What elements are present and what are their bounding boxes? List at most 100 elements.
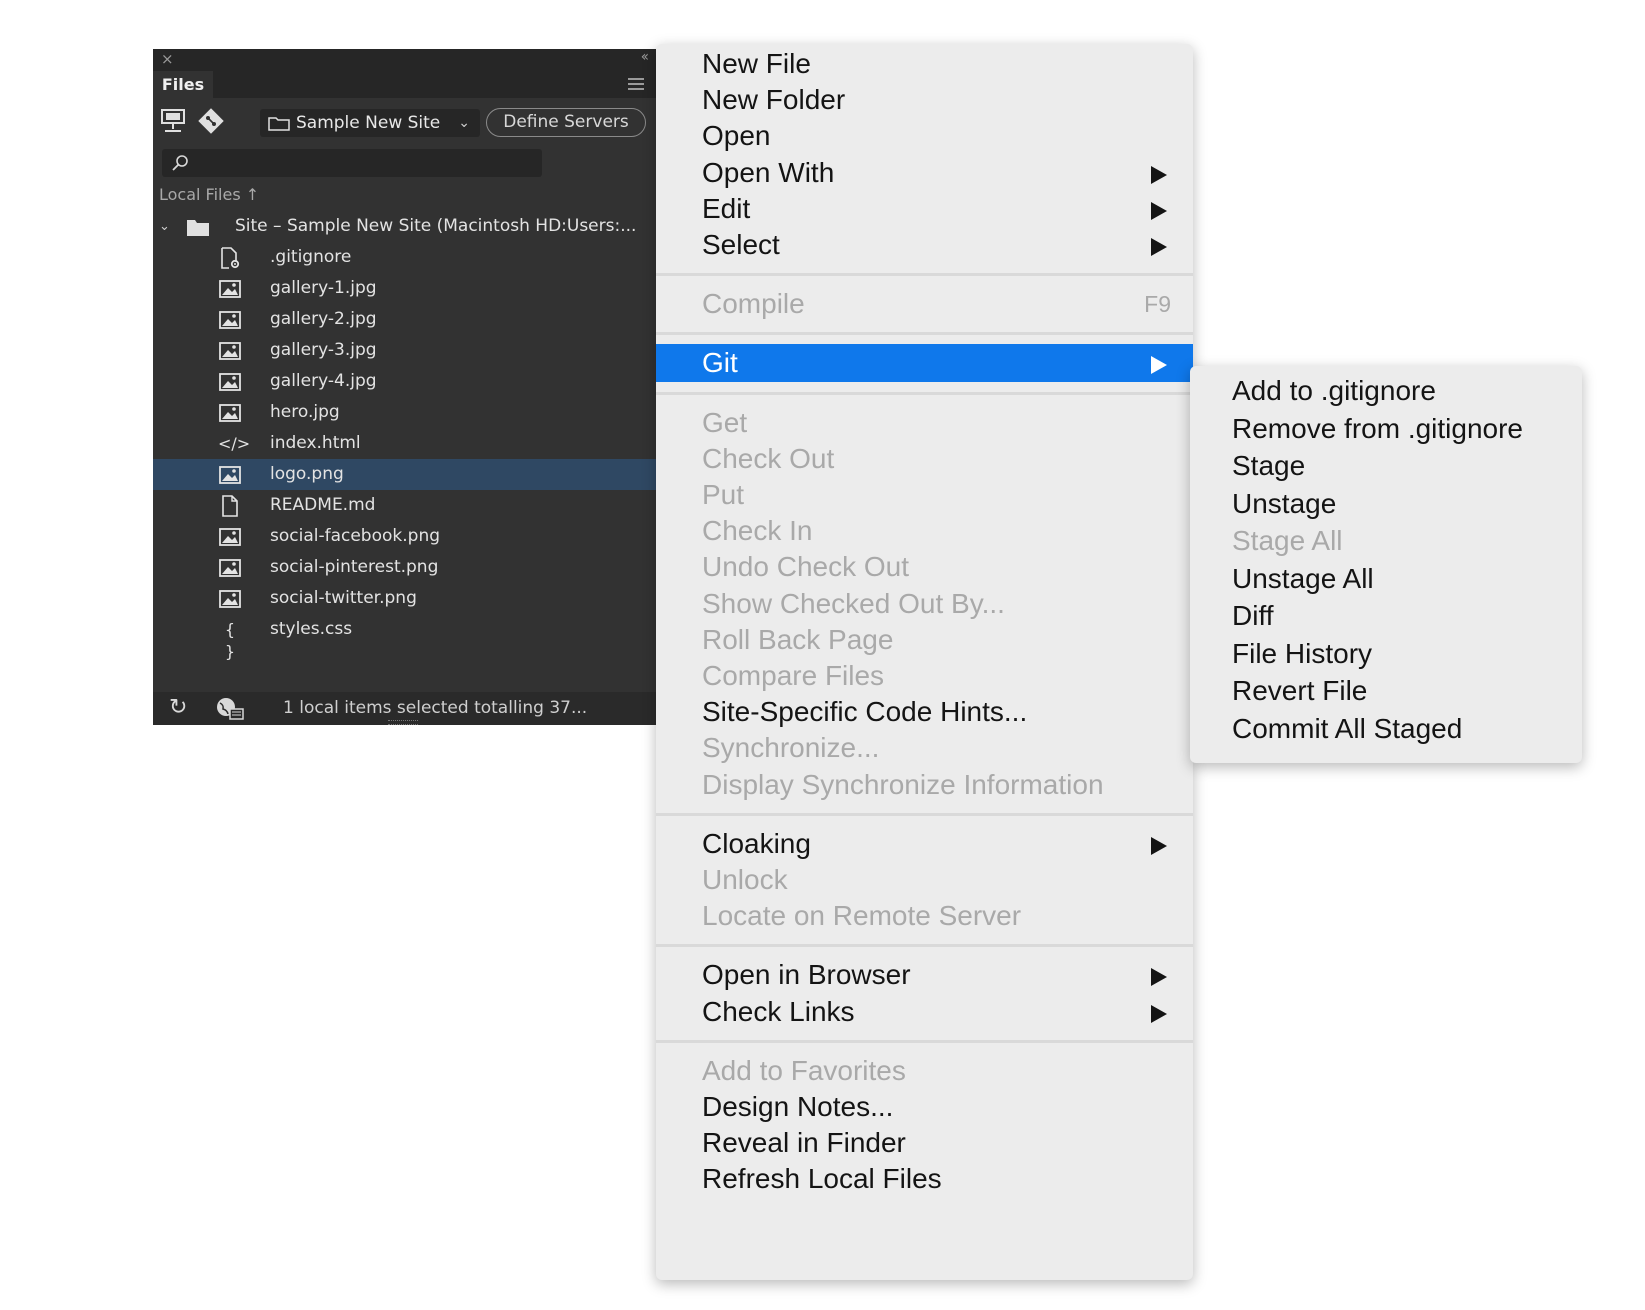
menu-item-refresh-local-files[interactable]: Refresh Local Files	[656, 1160, 1193, 1198]
menu-item-open-with[interactable]: Open With	[656, 154, 1193, 192]
menu-item-label: Synchronize...	[702, 732, 880, 764]
menu-item-display-synchronize-information[interactable]: Display Synchronize Information	[656, 766, 1193, 804]
menu-item-check-in[interactable]: Check In	[656, 512, 1193, 550]
image-icon	[218, 340, 242, 362]
menu-item-get[interactable]: Get	[656, 404, 1193, 442]
menu-item-compile[interactable]: Compile F9	[656, 285, 1193, 323]
git-item-revert-file[interactable]: Revert File	[1190, 672, 1582, 710]
search-input[interactable]	[162, 149, 542, 177]
menu-item-label: Check In	[702, 515, 813, 547]
image-icon	[218, 309, 242, 331]
menu-item-open-in-browser[interactable]: Open in Browser	[656, 956, 1193, 994]
menu-item-label: Display Synchronize Information	[702, 768, 1104, 800]
file-row-gitignore[interactable]: .gitignore	[153, 242, 656, 273]
menu-item-label: Open in Browser	[702, 959, 911, 991]
menu-item-add-to-favorites[interactable]: Add to Favorites	[656, 1052, 1193, 1090]
menu-item-label: Show Checked Out By...	[702, 587, 1005, 619]
menu-item-open[interactable]: Open	[656, 117, 1193, 155]
menu-item-undo-check-out[interactable]: Undo Check Out	[656, 548, 1193, 586]
local-files-header[interactable]: Local Files ↑	[159, 183, 259, 207]
globe-notes-icon[interactable]	[215, 696, 245, 722]
panel-tabbar: Files	[153, 71, 656, 98]
submenu-arrow-icon	[1151, 1004, 1167, 1023]
menu-item-label: Check Out	[702, 442, 835, 474]
git-item-remove-from-gitignore[interactable]: Remove from .gitignore	[1190, 410, 1582, 448]
menu-item-label: New Folder	[702, 84, 846, 116]
connect-server-icon[interactable]	[159, 107, 187, 135]
refresh-icon[interactable]: ↻	[169, 697, 187, 719]
git-item-unstage-all[interactable]: Unstage All	[1190, 560, 1582, 598]
git-item-file-history[interactable]: File History	[1190, 635, 1582, 673]
menu-item-label: Design Notes...	[702, 1091, 894, 1122]
git-item-unstage[interactable]: Unstage	[1190, 485, 1582, 523]
menu-item-put[interactable]: Put	[656, 476, 1193, 514]
git-item-label: Remove from .gitignore	[1232, 412, 1524, 444]
file-row-gallery-4-jpg[interactable]: gallery-4.jpg	[153, 366, 656, 397]
file-name: README.md	[270, 495, 376, 515]
menu-item-label: Check Links	[702, 995, 855, 1027]
git-item-label: Add to .gitignore	[1232, 375, 1436, 406]
chevron-down-icon[interactable]: ⌄	[159, 211, 170, 242]
define-servers-button[interactable]: Define Servers	[486, 108, 646, 137]
git-item-stage[interactable]: Stage	[1190, 447, 1582, 485]
menu-item-check-out[interactable]: Check Out	[656, 440, 1193, 478]
menu-item-cloaking[interactable]: Cloaking	[656, 825, 1193, 863]
file-row-readme-md[interactable]: README.md	[153, 490, 656, 521]
panel-menu-icon[interactable]	[628, 78, 644, 93]
file-row-logo-png[interactable]: logo.png	[153, 459, 656, 490]
tab-files[interactable]: Files	[153, 71, 213, 98]
menu-item-new-folder[interactable]: New Folder	[656, 81, 1193, 119]
menu-item-label: Open With	[702, 156, 835, 188]
git-icon[interactable]	[197, 107, 225, 135]
folder-icon	[268, 117, 290, 131]
menu-separator	[656, 332, 1193, 336]
menu-item-site-specific-code-hints[interactable]: Site-Specific Code Hints...	[656, 693, 1193, 731]
site-selector[interactable]: Sample New Site ⌄	[260, 109, 480, 137]
context-menu: New File New Folder Open Open With Edit Selec…	[656, 44, 1193, 1280]
git-item-diff[interactable]: Diff	[1190, 597, 1582, 635]
submenu-arrow-icon	[1151, 165, 1167, 184]
menu-item-label: Get	[702, 406, 748, 438]
menu-item-reveal-in-finder[interactable]: Reveal in Finder	[656, 1124, 1193, 1162]
file-row-hero-jpg[interactable]: hero.jpg	[153, 397, 656, 428]
status-text: 1 local items selected totalling 37...	[283, 698, 588, 718]
file-name: logo.png	[270, 464, 344, 484]
file-row-social-twitter-png[interactable]: social-twitter.png	[153, 583, 656, 614]
menu-item-show-checked-out-by[interactable]: Show Checked Out By...	[656, 585, 1193, 623]
file-row-social-facebook-png[interactable]: social-facebook.png	[153, 521, 656, 552]
collapse-icon[interactable]: ‹‹	[641, 49, 649, 65]
file-row-social-pinterest-png[interactable]: social-pinterest.png	[153, 552, 656, 583]
menu-separator	[656, 944, 1193, 948]
menu-item-synchronize[interactable]: Synchronize...	[656, 729, 1193, 767]
menu-item-locate-on-remote-server[interactable]: Locate on Remote Server	[656, 897, 1193, 935]
file-name: social-facebook.png	[270, 526, 441, 546]
file-row-styles-css[interactable]: { } styles.css	[153, 614, 656, 661]
git-item-commit-all-staged[interactable]: Commit All Staged	[1190, 710, 1582, 748]
file-row-index-html[interactable]: </> index.html	[153, 428, 656, 459]
file-row-gallery-2-jpg[interactable]: gallery-2.jpg	[153, 304, 656, 335]
resize-grip[interactable]	[388, 720, 418, 725]
image-icon	[218, 588, 242, 610]
menu-item-compare-files[interactable]: Compare Files	[656, 657, 1193, 695]
menu-separator	[656, 273, 1193, 277]
git-item-stage-all[interactable]: Stage All	[1190, 522, 1582, 560]
menu-separator	[656, 391, 1193, 395]
menu-item-new-file[interactable]: New File	[656, 45, 1193, 83]
tree-root-site[interactable]: ⌄ Site – Sample New Site (Macintosh HD:U…	[153, 211, 656, 242]
git-item-add-to-gitignore[interactable]: Add to .gitignore	[1190, 372, 1582, 410]
menu-item-git[interactable]: Git	[656, 344, 1193, 383]
menu-item-check-links[interactable]: Check Links	[656, 993, 1193, 1031]
file-name: .gitignore	[270, 247, 352, 267]
menu-item-edit[interactable]: Edit	[656, 190, 1193, 228]
file-row-gallery-3-jpg[interactable]: gallery-3.jpg	[153, 335, 656, 366]
file-row-gallery-1-jpg[interactable]: gallery-1.jpg	[153, 273, 656, 304]
menu-item-roll-back-page[interactable]: Roll Back Page	[656, 621, 1193, 659]
menu-shortcut: F9	[1144, 291, 1171, 318]
menu-item-unlock[interactable]: Unlock	[656, 861, 1193, 899]
menu-item-select[interactable]: Select	[656, 226, 1193, 264]
file-name: gallery-1.jpg	[270, 278, 377, 298]
menu-separator	[656, 1039, 1193, 1043]
close-icon[interactable]: ×	[161, 50, 174, 68]
menu-item-design-notes[interactable]: Design Notes...	[656, 1088, 1193, 1126]
file-name: gallery-4.jpg	[270, 371, 377, 391]
